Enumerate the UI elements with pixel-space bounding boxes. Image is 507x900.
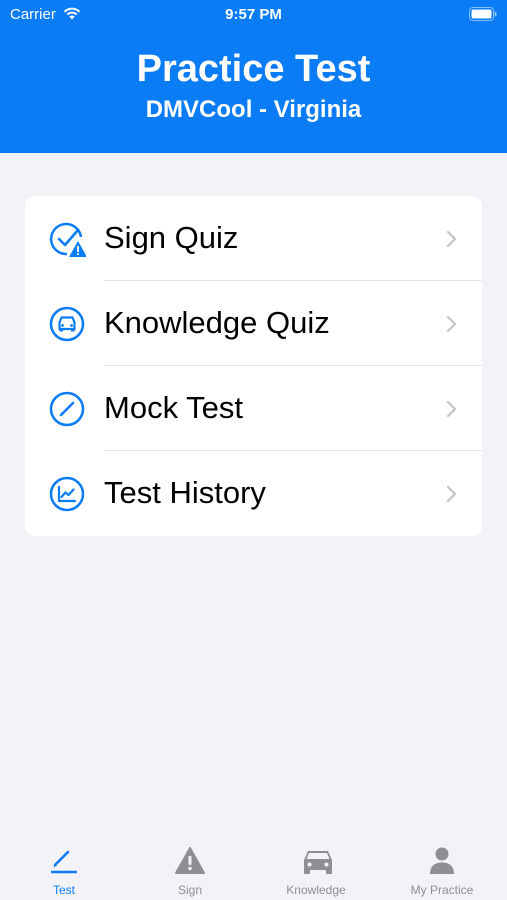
car-icon [300,845,332,877]
person-icon [426,845,458,877]
menu-item-sign-quiz[interactable]: Sign Quiz [25,196,482,281]
tab-my-practice[interactable]: My Practice [379,835,505,900]
tab-label: Sign [177,883,203,897]
status-time: 9:57 PM [225,6,282,23]
battery-icon [469,7,497,25]
menu-item-knowledge-quiz[interactable]: Knowledge Quiz [25,281,482,366]
menu-item-label: Test History [104,475,266,510]
tab-label: Test [52,883,75,897]
tab-test[interactable]: Test [1,835,127,900]
chevron-right-icon [445,400,457,423]
pencil-icon [48,390,86,428]
menu-item-label: Mock Test [104,390,243,425]
tab-knowledge[interactable]: Knowledge [253,835,379,900]
page-title: Practice Test [136,48,371,90]
chevron-right-icon [445,230,457,253]
chart-icon [48,475,86,513]
menu-item-test-history[interactable]: Test History [25,451,482,536]
car-icon [48,305,86,343]
menu-item-label: Sign Quiz [104,220,239,255]
warning-icon [174,845,206,877]
tab-bar: Test Sign Knowledge My Practice [0,835,507,900]
pencil-icon [48,845,80,877]
tab-label: My Practice [410,883,474,897]
menu-item-label: Knowledge Quiz [104,305,330,340]
header: Carrier 9:57 PM Practice Test DMVCool - … [0,0,507,153]
check-warning-icon [48,220,87,258]
tab-sign[interactable]: Sign [127,835,253,900]
page-subtitle: DMVCool - Virginia [145,96,362,123]
chevron-right-icon [445,315,457,338]
status-bar: Carrier 9:57 PM [0,0,507,30]
tab-label: Knowledge [286,883,346,897]
menu-card: Sign Quiz Knowledge Quiz Mock Test Test … [25,196,482,536]
menu-item-mock-test[interactable]: Mock Test [25,366,482,451]
chevron-right-icon [445,485,457,508]
